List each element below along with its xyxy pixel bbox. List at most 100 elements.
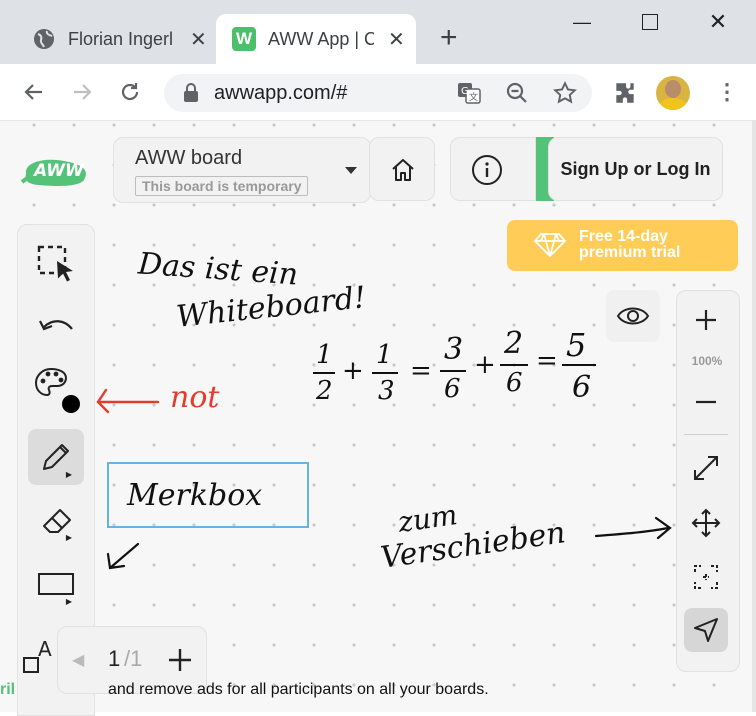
svg-text:A: A — [38, 637, 52, 661]
translate-icon[interactable]: G文 — [456, 80, 482, 106]
home-icon — [392, 159, 414, 181]
fraction-denominator: 6 — [444, 374, 461, 404]
fraction-denominator: 6 — [506, 368, 523, 398]
forward-icon[interactable] — [64, 74, 100, 110]
fraction-denominator: 3 — [378, 376, 395, 406]
fraction-bar — [500, 364, 528, 366]
shape-tool[interactable]: ▶ — [28, 556, 84, 612]
fraction-bar — [372, 372, 398, 374]
premium-line-1: Free 14-day — [579, 228, 668, 245]
zoom-in-icon[interactable] — [686, 300, 726, 340]
fraction-equation[interactable]: 1 2 + 1 3 = 3 6 + 2 6 = 5 6 — [310, 326, 610, 414]
text-box-selected[interactable]: Merkbox — [107, 462, 309, 528]
pencil-tool[interactable]: ▶ — [28, 429, 84, 485]
svg-text:G: G — [461, 86, 469, 97]
new-tab-button[interactable]: + — [440, 20, 458, 56]
laser-pointer-button[interactable] — [684, 608, 728, 652]
tool-caret-icon: ▶ — [65, 470, 72, 479]
window-close-icon[interactable]: ✕ — [698, 6, 738, 38]
fraction-numerator: 3 — [444, 332, 464, 367]
select-tool[interactable] — [28, 236, 84, 292]
info-button[interactable] — [450, 137, 536, 201]
equals-sign: = — [410, 356, 432, 386]
page-scrollbar[interactable] — [752, 121, 756, 712]
fraction-denominator: 2 — [316, 376, 333, 406]
pan-move-icon[interactable] — [686, 503, 726, 543]
fraction-bar — [440, 370, 466, 372]
extensions-icon[interactable] — [612, 80, 638, 106]
logo-text: AWW — [34, 161, 84, 181]
lock-icon[interactable] — [182, 82, 200, 104]
footer-left-text: ril — [0, 681, 16, 698]
fullscreen-icon[interactable] — [686, 448, 726, 488]
plus-sign: + — [474, 350, 496, 380]
fraction-bar — [313, 372, 335, 374]
tool-caret-icon: ▶ — [65, 597, 72, 606]
fraction-numerator: 5 — [566, 326, 587, 364]
undo-button[interactable] — [28, 298, 84, 354]
red-not-text[interactable]: not — [170, 380, 219, 415]
text-tool[interactable]: A — [20, 632, 60, 680]
tab-florian[interactable]: Florian Ingerl ✕ — [20, 14, 216, 64]
board-title[interactable]: AWW board — [135, 147, 242, 170]
color-picker-tool[interactable] — [28, 360, 84, 416]
fraction-numerator: 1 — [376, 340, 393, 370]
browser-tab-strip: Florian Ingerl ✕ W AWW App | C ✕ + — ✕ — [0, 0, 756, 64]
visibility-button[interactable] — [606, 290, 660, 342]
close-tab-icon[interactable]: ✕ — [388, 27, 405, 52]
chevron-down-icon[interactable] — [343, 164, 359, 176]
text-box-content: Merkbox — [127, 478, 263, 513]
info-icon — [472, 155, 502, 185]
diamond-icon — [534, 233, 566, 257]
aww-logo[interactable]: AWW — [20, 152, 90, 190]
undo-icon — [39, 320, 73, 331]
fit-to-screen-icon[interactable] — [686, 557, 726, 597]
reload-icon[interactable] — [112, 74, 148, 110]
red-arrow-drawing[interactable] — [94, 384, 174, 424]
zoom-out-button-icon[interactable] — [686, 382, 726, 422]
plus-sign: + — [342, 356, 364, 386]
current-page: 1 — [108, 646, 121, 671]
navigation-arrow-icon — [694, 618, 718, 642]
minimize-icon[interactable]: — — [562, 6, 602, 38]
black-arrow-drawing[interactable] — [104, 540, 144, 572]
text-shape-icon: A — [23, 637, 52, 673]
more-menu-icon[interactable]: ⋮ — [716, 80, 738, 104]
tab-aww[interactable]: W AWW App | C ✕ — [216, 14, 416, 64]
aww-favicon-icon: W — [232, 27, 256, 51]
eye-icon — [616, 307, 650, 325]
total-pages: /1 — [124, 646, 143, 671]
sign-in-button[interactable]: Sign Up or Log In — [548, 137, 723, 201]
close-tab-icon[interactable]: ✕ — [190, 27, 207, 52]
premium-line-2: premium trial — [579, 244, 681, 261]
zoom-divider — [684, 434, 728, 435]
bookmark-star-icon[interactable] — [552, 80, 578, 106]
fraction-denominator: 6 — [572, 370, 592, 405]
zoom-level: 100% — [691, 354, 723, 368]
globe-icon — [34, 29, 54, 49]
previous-page-icon[interactable]: ◀ — [72, 650, 84, 670]
fraction-numerator: 2 — [504, 326, 524, 361]
zoom-out-icon[interactable] — [504, 80, 530, 106]
back-icon[interactable] — [16, 74, 52, 110]
eraser-tool[interactable]: ▶ — [28, 492, 84, 548]
maximize-icon[interactable] — [630, 6, 670, 38]
home-button[interactable] — [369, 137, 435, 201]
rectangle-icon — [38, 573, 74, 595]
premium-trial-banner[interactable]: Free 14-day premium trial — [507, 220, 738, 271]
right-arrow-drawing[interactable] — [592, 512, 676, 546]
tab-title: Florian Ingerl — [68, 28, 174, 49]
board-temporary-badge: This board is temporary — [135, 176, 309, 196]
selection-icon — [37, 245, 73, 282]
avatar[interactable] — [656, 76, 690, 110]
footer-ad-text: and remove ads for all participants on a… — [108, 681, 489, 698]
premium-text: Free 14-day premium trial — [579, 229, 680, 261]
fraction-bar — [562, 364, 596, 366]
palette-icon — [34, 367, 80, 413]
url-text[interactable]: awwapp.com/# — [214, 82, 347, 105]
svg-text:文: 文 — [469, 91, 478, 103]
tool-caret-icon: ▶ — [65, 533, 72, 542]
fraction-numerator: 1 — [316, 340, 333, 370]
add-page-icon[interactable] — [167, 647, 193, 673]
tab-title: AWW App | C — [268, 28, 374, 49]
